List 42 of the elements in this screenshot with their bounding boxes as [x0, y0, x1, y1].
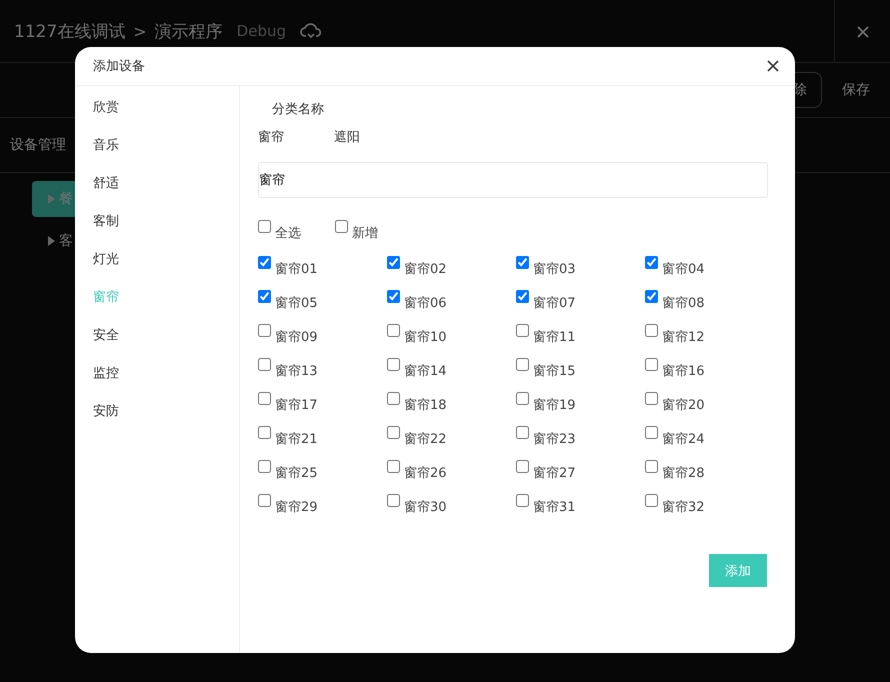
checkbox-label: 窗帘22: [404, 431, 447, 448]
checkbox-label: 全选: [275, 225, 301, 242]
checkbox-label: 窗帘15: [533, 363, 576, 380]
checkbox-label: 窗帘02: [404, 261, 447, 278]
checkbox-label: 窗帘23: [533, 431, 576, 448]
checkbox-label: 窗帘11: [533, 329, 576, 346]
checkbox-label: 窗帘18: [404, 397, 447, 414]
checkbox-label: 窗帘13: [275, 363, 318, 380]
checkbox-label: 窗帘01: [275, 261, 318, 278]
checkbox-label: 窗帘03: [533, 261, 576, 278]
dialog-title: 添加设备: [93, 58, 145, 75]
checkbox-label: 窗帘24: [662, 431, 705, 448]
checkbox-label: 窗帘20: [662, 397, 705, 414]
category-label: 分类名称: [271, 101, 325, 119]
checkbox-label: 窗帘07: [533, 295, 576, 312]
breadcrumb-separator: >: [133, 22, 147, 40]
program-title: 演示程序: [154, 20, 223, 42]
checkbox-label: 窗帘19: [533, 397, 576, 414]
checkbox-label: 窗帘06: [404, 295, 447, 312]
checkbox-label: 窗帘17: [275, 397, 318, 414]
checkbox-label: 窗帘21: [275, 431, 318, 448]
checkbox-label: 窗帘28: [662, 465, 705, 482]
checkbox-label: 窗帘16: [662, 363, 705, 380]
mode-label: Debug: [236, 22, 286, 40]
checkbox-label: 新增: [352, 225, 378, 242]
checkbox-label: 窗帘05: [275, 295, 318, 312]
tree-item-label: 客: [59, 232, 73, 250]
checkbox-label: 窗帘32: [662, 499, 705, 516]
checkbox-label: 窗帘29: [275, 499, 318, 516]
checkbox-label: 窗帘12: [662, 329, 705, 346]
tree-item-label: 餐: [59, 190, 73, 208]
checkbox-label: 窗帘27: [533, 465, 576, 482]
checkbox-label: 窗帘25: [275, 465, 318, 482]
checkbox-label: 窗帘31: [533, 499, 576, 516]
checkbox-label: 窗帘10: [404, 329, 447, 346]
checkbox-label: 窗帘08: [662, 295, 705, 312]
checkbox-label: 窗帘09: [275, 329, 318, 346]
section-title: 设备管理: [10, 136, 66, 154]
checkbox-label: 窗帘14: [404, 363, 447, 380]
checkbox-label: 窗帘26: [404, 465, 447, 482]
checkbox-label: 窗帘30: [404, 499, 447, 516]
checkbox-label: 窗帘04: [662, 261, 705, 278]
